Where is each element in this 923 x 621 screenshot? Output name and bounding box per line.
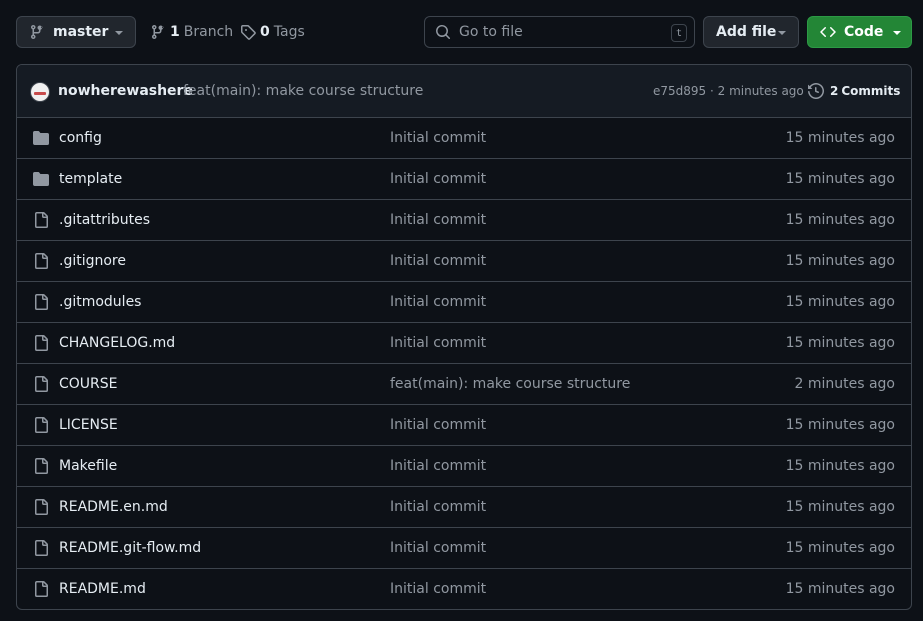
commits-label: Commits <box>841 84 901 98</box>
file-icon <box>33 335 49 351</box>
file-icon <box>33 376 49 392</box>
folder-icon <box>33 171 49 187</box>
file-commit-age: 15 minutes ago <box>785 253 895 269</box>
file-commit-message-link[interactable]: feat(main): make course structure <box>390 376 630 392</box>
go-to-file-input[interactable] <box>459 24 659 40</box>
file-name-link[interactable]: README.en.md <box>59 499 168 515</box>
code-button[interactable]: Code <box>807 16 912 48</box>
file-icon <box>33 540 49 556</box>
file-name-link[interactable]: README.md <box>59 581 146 597</box>
file-name-link[interactable]: README.git-flow.md <box>59 540 201 556</box>
chevron-down-icon <box>115 31 123 35</box>
search-icon <box>436 25 450 39</box>
file-commit-message-link[interactable]: Initial commit <box>390 212 486 228</box>
history-icon <box>808 83 824 99</box>
file-commit-age: 15 minutes ago <box>785 294 895 310</box>
chevron-down-icon <box>893 31 901 35</box>
go-to-file-search[interactable]: t <box>424 16 695 48</box>
tags-label: Tags <box>273 24 305 40</box>
file-commit-message-link[interactable]: Initial commit <box>390 335 486 351</box>
file-name-link[interactable]: CHANGELOG.md <box>59 335 175 351</box>
file-row[interactable]: README.en.md Initial commit 15 minutes ago <box>17 487 911 528</box>
tags-count: 0 <box>260 24 270 40</box>
file-row[interactable]: CHANGELOG.md Initial commit 15 minutes ago <box>17 323 911 364</box>
file-name-link[interactable]: config <box>59 130 102 146</box>
file-commit-age: 15 minutes ago <box>785 540 895 556</box>
file-name-link[interactable]: COURSE <box>59 376 118 392</box>
tags-link[interactable]: 0 Tags <box>240 16 305 48</box>
file-commit-message-link[interactable]: Initial commit <box>390 294 486 310</box>
add-file-button[interactable]: Add file <box>703 16 799 48</box>
git-branch-icon <box>151 25 164 40</box>
file-commit-age: 15 minutes ago <box>785 458 895 474</box>
file-row[interactable]: .gitattributes Initial commit 15 minutes a… <box>17 200 911 241</box>
file-row[interactable]: config Initial commit 15 minutes ago <box>17 118 911 159</box>
file-row[interactable]: template Initial commit 15 minutes ago <box>17 159 911 200</box>
file-icon <box>33 581 49 597</box>
avatar[interactable] <box>30 82 50 102</box>
branch-selector-button[interactable]: master <box>16 16 136 48</box>
tag-icon <box>241 25 256 40</box>
file-browser: nowherewashere feat(main): make course s… <box>16 64 912 610</box>
file-commit-age: 15 minutes ago <box>785 417 895 433</box>
commits-history-link[interactable]: 2 Commits <box>808 83 900 99</box>
file-commit-message-link[interactable]: Initial commit <box>390 253 486 269</box>
file-row[interactable]: Makefile Initial commit 15 minutes ago <box>17 446 911 487</box>
file-commit-message-link[interactable]: Initial commit <box>390 458 486 474</box>
file-commit-message-link[interactable]: Initial commit <box>390 540 486 556</box>
branches-link[interactable]: 1 Branch <box>150 16 233 48</box>
branch-name: master <box>53 24 109 40</box>
file-commit-message-link[interactable]: Initial commit <box>390 581 486 597</box>
file-commit-message-link[interactable]: Initial commit <box>390 417 486 433</box>
file-commit-message-link[interactable]: Initial commit <box>390 499 486 515</box>
file-icon <box>33 499 49 515</box>
file-commit-age: 15 minutes ago <box>785 499 895 515</box>
search-shortcut-key: t <box>671 24 687 42</box>
file-row[interactable]: .gitmodules Initial commit 15 minutes ago <box>17 282 911 323</box>
commit-hash-time[interactable]: e75d895 · 2 minutes ago <box>653 84 804 98</box>
file-name-link[interactable]: .gitignore <box>59 253 126 269</box>
git-branch-icon <box>30 25 43 40</box>
file-row[interactable]: README.md Initial commit 15 minutes ago <box>17 569 911 609</box>
chevron-down-icon <box>778 31 786 35</box>
add-file-label: Add file <box>716 24 777 40</box>
file-commit-message-link[interactable]: Initial commit <box>390 171 486 187</box>
file-commit-age: 15 minutes ago <box>785 335 895 351</box>
file-commit-age: 15 minutes ago <box>785 581 895 597</box>
code-label: Code <box>844 24 884 40</box>
file-commit-age: 15 minutes ago <box>785 171 895 187</box>
code-icon <box>820 27 836 37</box>
branches-label: Branch <box>183 24 234 40</box>
folder-icon <box>33 130 49 146</box>
commits-count: 2 <box>830 84 839 98</box>
file-name-link[interactable]: .gitmodules <box>59 294 141 310</box>
file-row[interactable]: LICENSE Initial commit 15 minutes ago <box>17 405 911 446</box>
file-commit-age: 2 minutes ago <box>794 376 895 392</box>
file-icon <box>33 253 49 269</box>
file-row[interactable]: README.git-flow.md Initial commit 15 minut… <box>17 528 911 569</box>
commit-message[interactable]: feat(main): make course structure <box>183 83 423 99</box>
branches-count: 1 <box>170 24 180 40</box>
file-commit-age: 15 minutes ago <box>785 130 895 146</box>
repo-toolbar: master 1 Branch 0 Tags t Add file Code <box>16 16 912 48</box>
file-name-link[interactable]: .gitattributes <box>59 212 150 228</box>
file-row[interactable]: COURSE feat(main): make course structure 2… <box>17 364 911 405</box>
file-commit-message-link[interactable]: Initial commit <box>390 130 486 146</box>
file-name-link[interactable]: Makefile <box>59 458 117 474</box>
file-icon <box>33 212 49 228</box>
file-list: config Initial commit 15 minutes ago templa… <box>17 118 911 609</box>
file-name-link[interactable]: template <box>59 171 122 187</box>
file-icon <box>33 294 49 310</box>
file-name-link[interactable]: LICENSE <box>59 417 118 433</box>
commit-author[interactable]: nowherewashere <box>58 83 193 99</box>
file-row[interactable]: .gitignore Initial commit 15 minutes ago <box>17 241 911 282</box>
file-icon <box>33 458 49 474</box>
file-commit-age: 15 minutes ago <box>785 212 895 228</box>
file-icon <box>33 417 49 433</box>
latest-commit-bar: nowherewashere feat(main): make course s… <box>17 65 911 118</box>
